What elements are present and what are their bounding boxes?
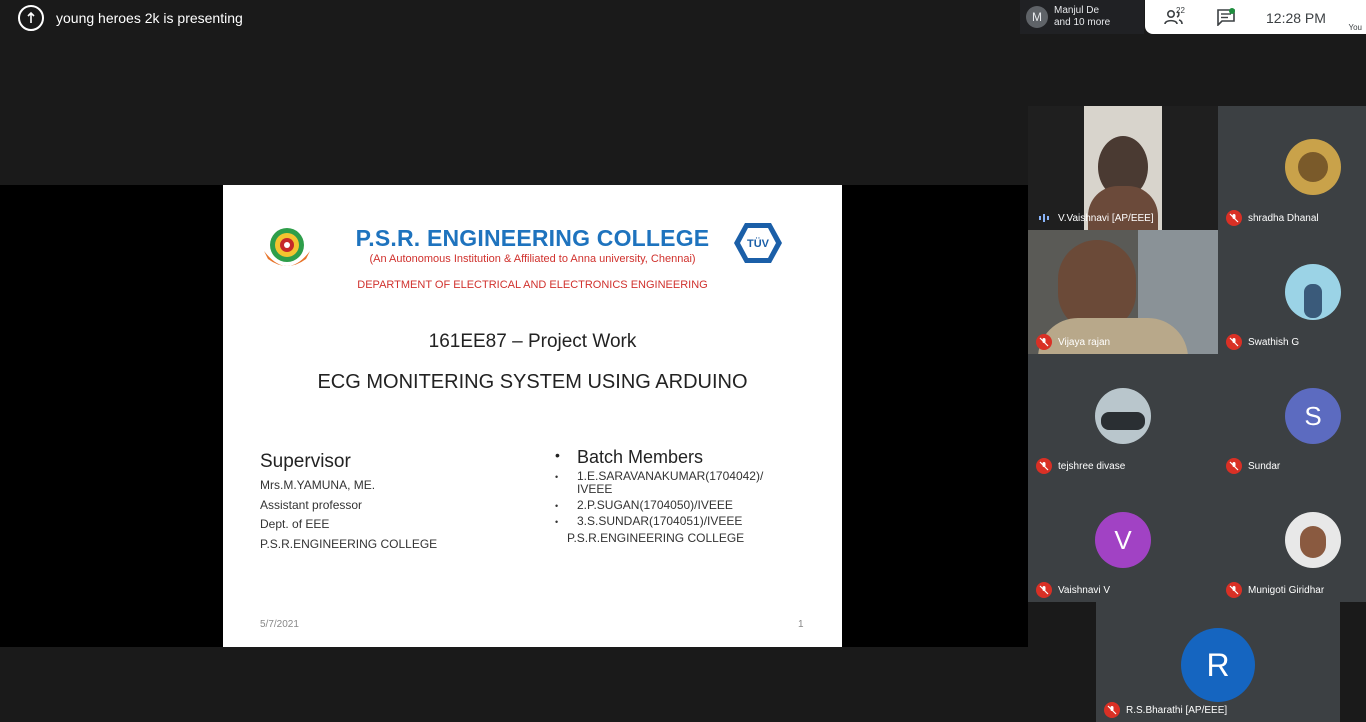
supervisor-line: Dept. of EEE xyxy=(260,517,330,531)
supervisor-line: Assistant professor xyxy=(260,498,363,512)
participant-tile[interactable]: shradha Dhanal xyxy=(1218,106,1366,230)
avatar: V xyxy=(1095,512,1151,568)
participant-name: R.S.Bharathi [AP/EEE] xyxy=(1126,705,1228,716)
present-screen-icon[interactable] xyxy=(18,5,44,31)
participant-count: 22 xyxy=(1176,6,1185,15)
bullet-icon: • xyxy=(555,447,560,463)
mic-off-icon xyxy=(1104,702,1120,718)
participant-name: shradha Dhanal xyxy=(1248,213,1319,224)
mic-off-icon xyxy=(1226,210,1242,226)
presenter-banner: young heroes 2k is presenting xyxy=(0,0,243,36)
project-code: 161EE87 – Project Work xyxy=(428,331,637,352)
bullet-icon: • xyxy=(555,517,559,527)
meet-window: young heroes 2k is presenting M Manjul D… xyxy=(0,0,1366,722)
mic-off-icon xyxy=(1036,334,1052,350)
department-name: DEPARTMENT OF ELECTRICAL AND ELECTRONICS… xyxy=(357,279,708,291)
batch-college: P.S.R.ENGINEERING COLLEGE xyxy=(567,531,745,545)
avatar: R xyxy=(1181,628,1255,702)
bullet-icon: • xyxy=(555,501,559,511)
batch-member: 3.S.SUNDAR(1704051)/IVEEE xyxy=(577,514,743,528)
mic-off-icon xyxy=(1226,582,1242,598)
supervisor-line: P.S.R.ENGINEERING COLLEGE xyxy=(260,537,438,551)
participant-tile[interactable]: V Vaishnavi V xyxy=(1028,478,1218,602)
mic-off-icon xyxy=(1036,458,1052,474)
avatar xyxy=(1285,264,1341,320)
top-right-panel: 22 12:28 PM You xyxy=(1145,0,1366,34)
participant-tile[interactable]: Vijaya rajan xyxy=(1028,230,1218,354)
slide-date: 5/7/2021 xyxy=(260,619,299,630)
batch-member: 2.P.SUGAN(1704050)/IVEEE xyxy=(577,498,733,512)
participant-name: Munigoti Giridhar xyxy=(1248,585,1325,596)
participant-name: Sundar xyxy=(1248,461,1281,472)
bullet-icon: • xyxy=(555,472,559,482)
avatar xyxy=(1285,512,1341,568)
mic-off-icon xyxy=(1036,582,1052,598)
chip-line-1: Manjul De xyxy=(1054,5,1100,16)
presentation-stage: TÜV P.S.R. ENGINEERING COLLEGE (An Auton… xyxy=(0,185,1028,647)
chip-text: Manjul De and 10 more xyxy=(1054,5,1110,29)
avatar xyxy=(1285,139,1341,195)
participant-tile[interactable]: tejshree divase xyxy=(1028,354,1218,478)
chip-line-2: and 10 more xyxy=(1054,17,1111,28)
college-name: P.S.R. ENGINEERING COLLEGE xyxy=(355,225,710,251)
participant-tile[interactable]: R R.S.Bharathi [AP/EEE] xyxy=(1096,602,1340,722)
participant-tile[interactable]: Swathish G xyxy=(1218,230,1366,354)
supervisor-line: Mrs.M.YAMUNA, ME. xyxy=(260,478,376,492)
audio-level-icon xyxy=(1039,214,1049,222)
participant-name: tejshree divase xyxy=(1058,461,1126,472)
project-title: ECG MONITERING SYSTEM USING ARDUINO xyxy=(317,371,748,393)
supervisor-heading: Supervisor xyxy=(260,451,351,472)
participant-name: Vaishnavi V xyxy=(1058,585,1111,596)
slide-number: 1 xyxy=(798,619,804,630)
presentation-slide: TÜV P.S.R. ENGINEERING COLLEGE (An Auton… xyxy=(223,185,842,647)
mic-off-icon xyxy=(1226,458,1242,474)
participant-video xyxy=(1084,106,1162,230)
avatar xyxy=(1095,388,1151,444)
clock-time: 12:28 PM xyxy=(1266,10,1326,26)
you-label: You xyxy=(1348,23,1363,32)
college-subtitle: (An Autonomous Institution & Affiliated … xyxy=(369,253,696,265)
participant-name: Swathish G xyxy=(1248,337,1300,348)
avatar: M xyxy=(1026,6,1048,28)
participant-tile[interactable]: Munigoti Giridhar xyxy=(1218,478,1366,602)
participant-name: V.Vaishnavi [AP/EEE] xyxy=(1058,213,1154,224)
participant-tile[interactable]: V.Vaishnavi [AP/EEE] xyxy=(1028,106,1218,230)
mic-off-icon xyxy=(1226,334,1242,350)
presenter-text: young heroes 2k is presenting xyxy=(56,10,243,26)
participant-name: Vijaya rajan xyxy=(1058,337,1111,348)
participants-chip[interactable]: M Manjul De and 10 more xyxy=(1020,0,1144,34)
batch-heading: Batch Members xyxy=(577,447,704,467)
batch-member: 1.E.SARAVANAKUMAR(1704042)/ IVEEE xyxy=(577,469,764,496)
participant-tile[interactable]: S Sundar xyxy=(1218,354,1366,478)
avatar: S xyxy=(1285,388,1341,444)
chat-notification-dot xyxy=(1229,8,1235,14)
